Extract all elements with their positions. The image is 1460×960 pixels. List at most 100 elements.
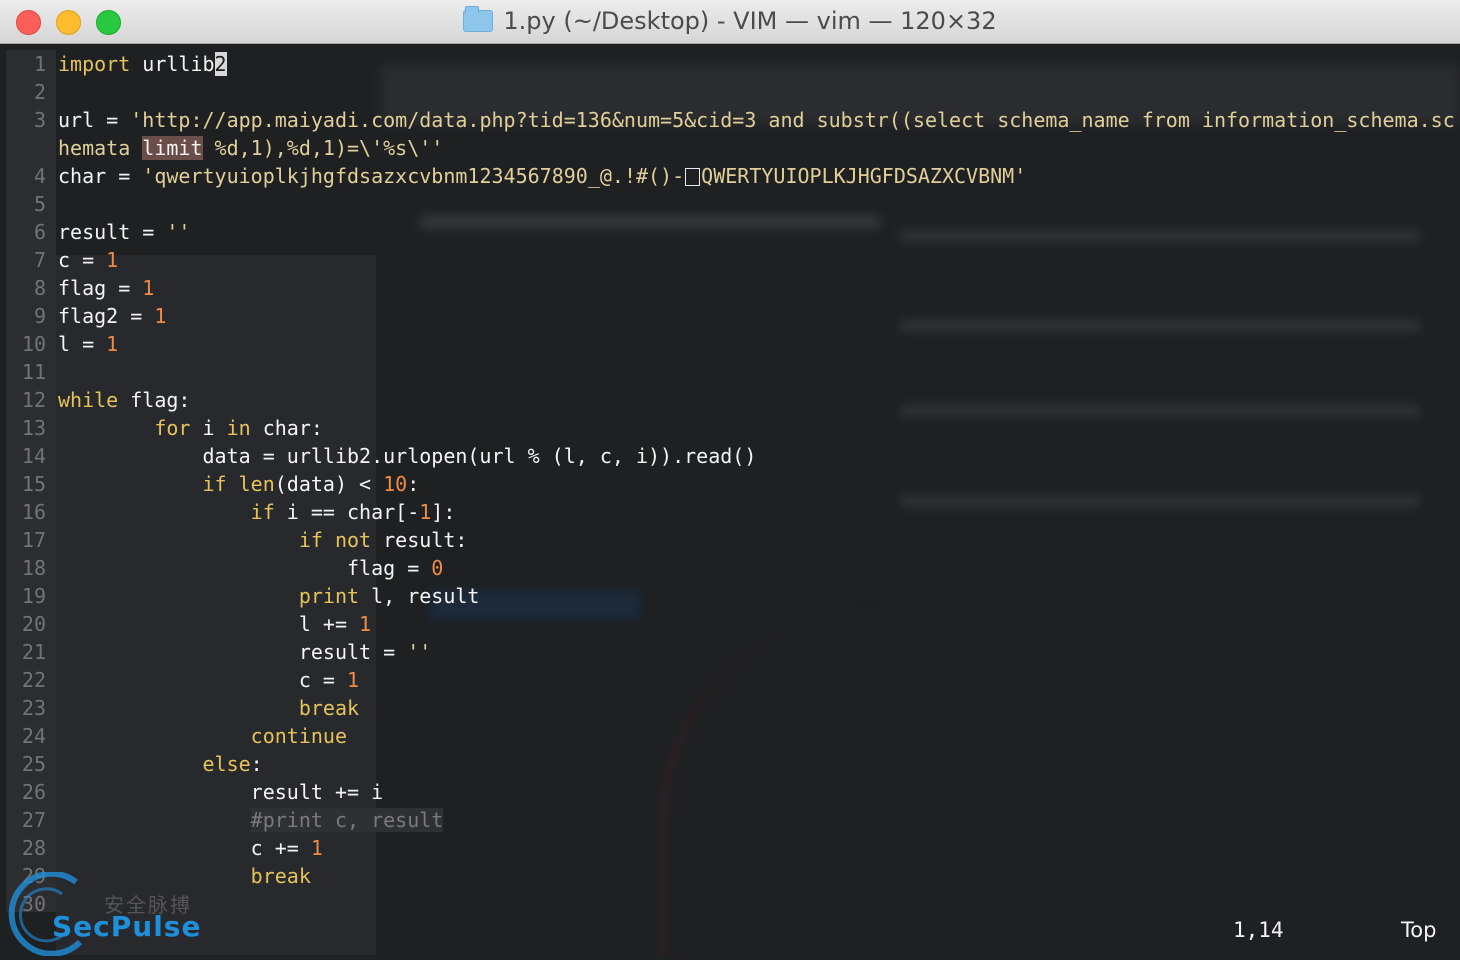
line-number: 3: [33, 108, 46, 132]
code-token: 1: [310, 836, 323, 860]
line-number: 9: [33, 304, 46, 328]
code-text: flag = 0: [58, 554, 443, 582]
background-blur: [900, 320, 1420, 332]
code-token: 'http://app.maiyadi.com/data.php?tid=136…: [130, 108, 1455, 132]
line-number: 7: [33, 248, 46, 272]
line-number: 10: [21, 332, 46, 356]
text-cursor: 2: [214, 52, 227, 76]
line-number: 11: [21, 360, 46, 384]
code-token: #print c, result: [250, 808, 444, 832]
code-token: 0: [431, 556, 444, 580]
code-token: url =: [58, 108, 131, 132]
code-token: if: [250, 500, 275, 524]
code-token: QWERTYUIOPLKJHGFDSAZXCVBNM': [701, 164, 1027, 188]
code-token: result:: [371, 528, 468, 552]
code-token: len: [238, 472, 275, 496]
code-token: result =: [58, 220, 167, 244]
line-number: 25: [21, 752, 46, 776]
line-number: 12: [21, 388, 46, 412]
code-token: i: [190, 416, 227, 440]
line-number: 26: [21, 780, 46, 804]
code-token: urllib: [130, 52, 215, 76]
code-text: l = 1: [58, 330, 118, 358]
line-number: 17: [21, 528, 46, 552]
line-number: 23: [21, 696, 46, 720]
line-number: 14: [21, 444, 46, 468]
code-token: (data) <: [274, 472, 384, 496]
code-token: for: [154, 416, 191, 440]
line-number: 20: [21, 612, 46, 636]
line-number: 28: [21, 836, 46, 860]
code-text: #print c, result: [58, 806, 444, 834]
line-number: 15: [21, 472, 46, 496]
code-token: result += i: [58, 780, 384, 804]
cursor-position: 1,14: [1233, 918, 1284, 942]
code-token: else: [202, 752, 251, 776]
code-token: break: [250, 864, 311, 888]
code-token: c +=: [58, 836, 311, 860]
code-text: l += 1: [58, 610, 371, 638]
code-token: print: [298, 584, 360, 608]
code-token: 1: [359, 612, 372, 636]
background-blur: [900, 405, 1420, 417]
line-number: 16: [21, 500, 46, 524]
code-token: :: [407, 472, 420, 496]
code-token: hemata: [58, 136, 143, 160]
code-token: result =: [58, 640, 408, 664]
line-number: 22: [21, 668, 46, 692]
code-text: continue: [58, 722, 347, 750]
code-token: flag =: [58, 556, 432, 580]
code-token: l +=: [58, 612, 360, 636]
background-blur: [420, 215, 880, 229]
line-number: 21: [21, 640, 46, 664]
code-text: flag2 = 1: [58, 302, 166, 330]
watermark-en: SecPulse: [52, 910, 202, 943]
code-token: flag:: [118, 388, 191, 412]
code-token: if: [298, 528, 323, 552]
scroll-indicator: Top: [1401, 918, 1437, 942]
code-text: if not result:: [58, 526, 468, 554]
code-text: if len(data) < 10:: [58, 470, 420, 498]
code-token: 1: [106, 248, 119, 272]
code-token: 1: [106, 332, 119, 356]
line-number: 8: [33, 276, 46, 300]
line-number: 24: [21, 724, 46, 748]
background-blur: [900, 495, 1420, 507]
code-token: '': [166, 220, 191, 244]
code-token: break: [298, 696, 360, 720]
code-text: c = 1: [58, 246, 118, 274]
line-number: 6: [33, 220, 46, 244]
code-token: char:: [250, 416, 323, 440]
folder-icon: [463, 6, 494, 32]
code-token: flag2 =: [58, 304, 155, 328]
code-text: data = urllib2.urlopen(url % (l, c, i)).…: [58, 442, 756, 470]
code-token: data = urllib2.urlopen(url % (l, c, i)).…: [58, 444, 757, 468]
code-token: 1: [142, 276, 155, 300]
code-token: l, result: [359, 584, 480, 608]
code-text: result += i: [58, 778, 383, 806]
code-token: import: [58, 52, 131, 76]
code-text: else:: [58, 750, 263, 778]
window-title-wrap: 1.py (~/Desktop) - VIM — vim — 120×32: [0, 6, 1460, 35]
line-number: 13: [21, 416, 46, 440]
title-bar: 1.py (~/Desktop) - VIM — vim — 120×32: [0, 0, 1460, 44]
code-text: while flag:: [58, 386, 190, 414]
code-text: for i in char:: [58, 414, 323, 442]
background-blur: [660, 605, 1046, 956]
code-text: if i == char[-1]:: [58, 498, 456, 526]
code-text: char = 'qwertyuioplkjhgfdsazxcvbnm123456…: [58, 162, 1026, 190]
line-number: 27: [21, 808, 46, 832]
code-token: while: [58, 388, 119, 412]
code-token: :: [250, 752, 263, 776]
code-token: continue: [250, 724, 347, 748]
code-token: if: [202, 472, 227, 496]
